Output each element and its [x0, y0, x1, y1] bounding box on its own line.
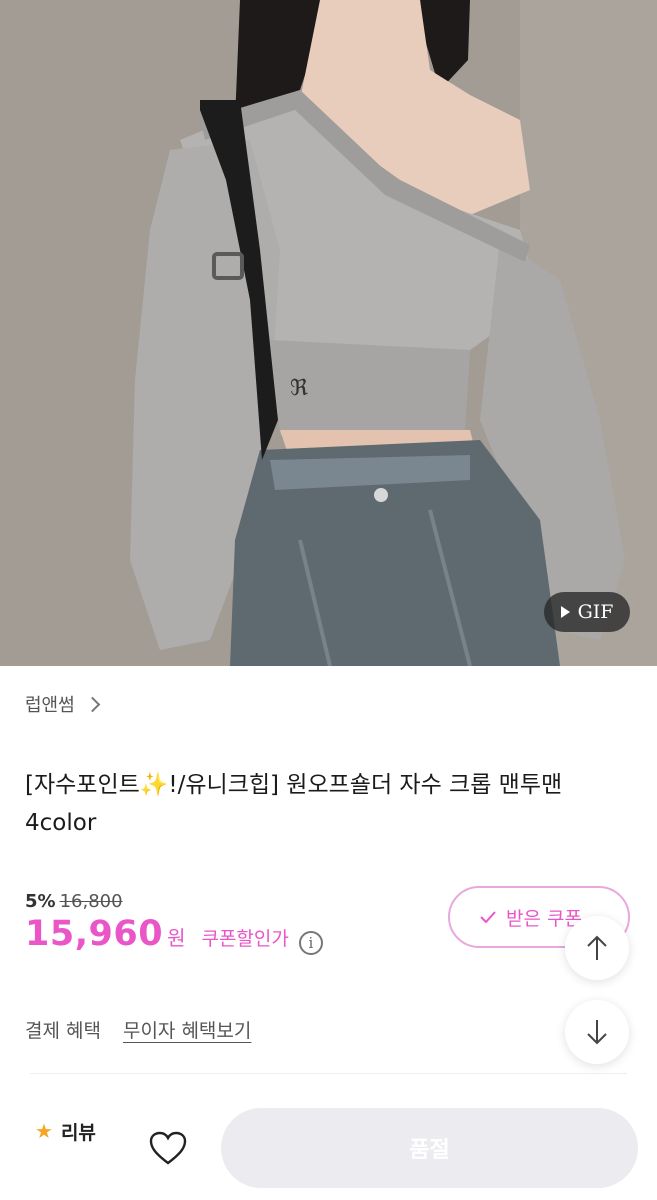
product-title: [자수포인트✨!/유니크힙] 원오프숄더 자수 크롭 맨투맨 4color — [25, 766, 625, 842]
svg-text:ℜ: ℜ — [290, 376, 308, 401]
info-icon[interactable]: i — [298, 931, 323, 955]
like-button[interactable] — [148, 1130, 192, 1170]
scroll-top-button[interactable] — [565, 916, 629, 980]
soldout-button[interactable]: 품절 — [221, 1108, 638, 1188]
brand-link[interactable]: 럽앤썸 — [25, 690, 100, 718]
brand-name: 럽앤썸 — [25, 695, 75, 716]
sale-price: 15,960 — [25, 914, 164, 954]
arrow-down-icon — [587, 1020, 607, 1045]
star-icon: ★ — [35, 1119, 53, 1143]
gif-badge[interactable]: GIF — [544, 592, 630, 632]
coupon-button-label: 받은 쿠폰 — [506, 907, 582, 930]
play-icon — [560, 606, 570, 618]
product-title-line2: 4color — [25, 810, 97, 836]
gif-label: GIF — [577, 601, 614, 623]
heart-icon — [149, 1131, 187, 1165]
payment-benefits: 결제 혜택 무이자 혜택보기 — [25, 1012, 251, 1046]
soldout-label: 품절 — [409, 1138, 450, 1163]
arrow-up-icon — [587, 935, 607, 960]
product-image[interactable]: ℜ GIF — [0, 0, 657, 666]
price-info: 15,960 원 쿠폰할인가 i — [25, 914, 323, 958]
review-summary[interactable]: ★ 리뷰 — [35, 1116, 96, 1146]
review-label: 리뷰 — [60, 1121, 96, 1144]
payment-benefits-label: 결제 혜택 — [25, 1019, 101, 1042]
chevron-right-icon — [84, 696, 100, 712]
coupon-price-label: 쿠폰할인가 — [201, 928, 289, 950]
product-title-line1: [자수포인트✨!/유니크힙] 원오프숄더 자수 크롭 맨투맨 — [25, 772, 563, 798]
original-price: 16,800 — [59, 890, 123, 912]
discount-info: 5% 16,800 — [25, 887, 123, 915]
currency: 원 — [167, 926, 186, 950]
product-photo: ℜ — [0, 0, 657, 666]
discount-rate: 5% — [25, 890, 56, 912]
divider — [30, 1073, 627, 1074]
scroll-bottom-button[interactable] — [565, 1000, 629, 1064]
interest-free-link[interactable]: 무이자 혜택보기 — [123, 1016, 251, 1043]
check-icon — [480, 911, 496, 923]
